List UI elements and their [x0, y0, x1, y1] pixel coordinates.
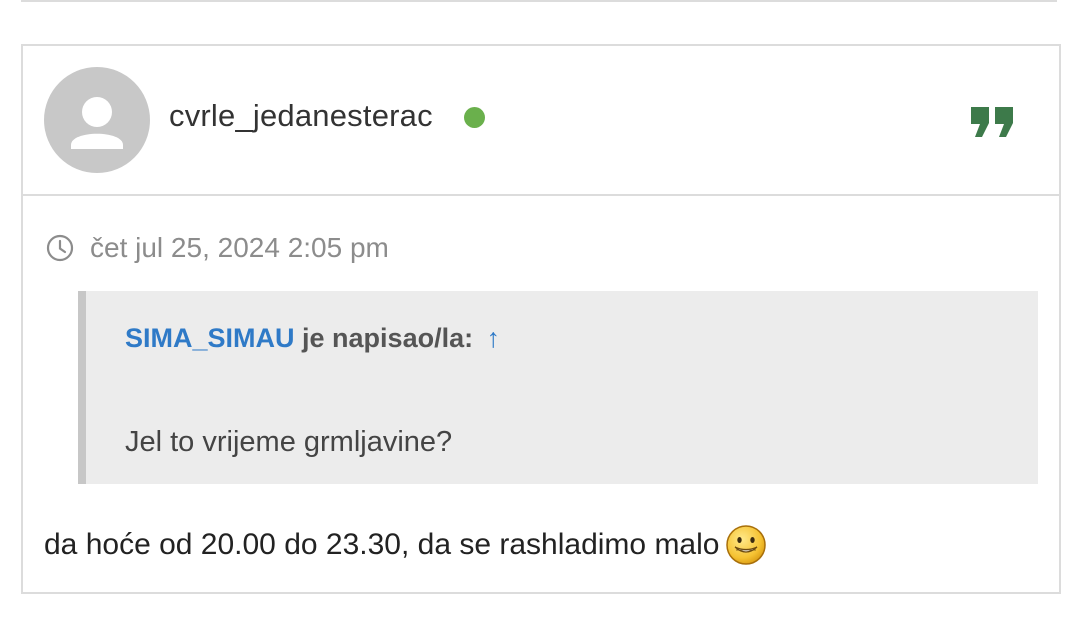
quote-icon	[971, 107, 1013, 137]
post-timestamp: čet jul 25, 2024 2:05 pm	[46, 230, 389, 266]
online-status-indicator	[464, 107, 485, 128]
post-author-username[interactable]: cvrle_jedanesterac	[169, 98, 433, 134]
post-header: cvrle_jedanesterac	[23, 46, 1059, 196]
quote-citation: SIMA_SIMAU je napisao/la: ↑	[125, 323, 500, 354]
cite-suffix: je napisao/la:	[302, 323, 474, 353]
quote-button[interactable]	[969, 104, 1017, 140]
default-user-avatar-icon[interactable]	[44, 67, 150, 173]
post-body-text: da hoće od 20.00 do 23.30, da se rashlad…	[44, 528, 720, 561]
timestamp-text: čet jul 25, 2024 2:05 pm	[90, 232, 389, 263]
grinning-sweat-smiley-icon	[726, 525, 767, 565]
post-body: da hoće od 20.00 do 23.30, da se rashlad…	[44, 524, 767, 566]
forum-post: cvrle_jedanesterac čet jul 25, 2024 2:05…	[21, 44, 1061, 594]
previous-post-bottom-edge	[21, 0, 1057, 2]
quoted-user-link[interactable]: SIMA_SIMAU	[125, 323, 295, 353]
jump-to-quote-arrow-icon[interactable]: ↑	[487, 323, 501, 353]
quoted-text: Jel to vrijeme grmljavine?	[125, 426, 453, 458]
quoted-message: SIMA_SIMAU je napisao/la: ↑ Jel to vrije…	[78, 291, 1038, 484]
clock-icon	[46, 234, 74, 262]
